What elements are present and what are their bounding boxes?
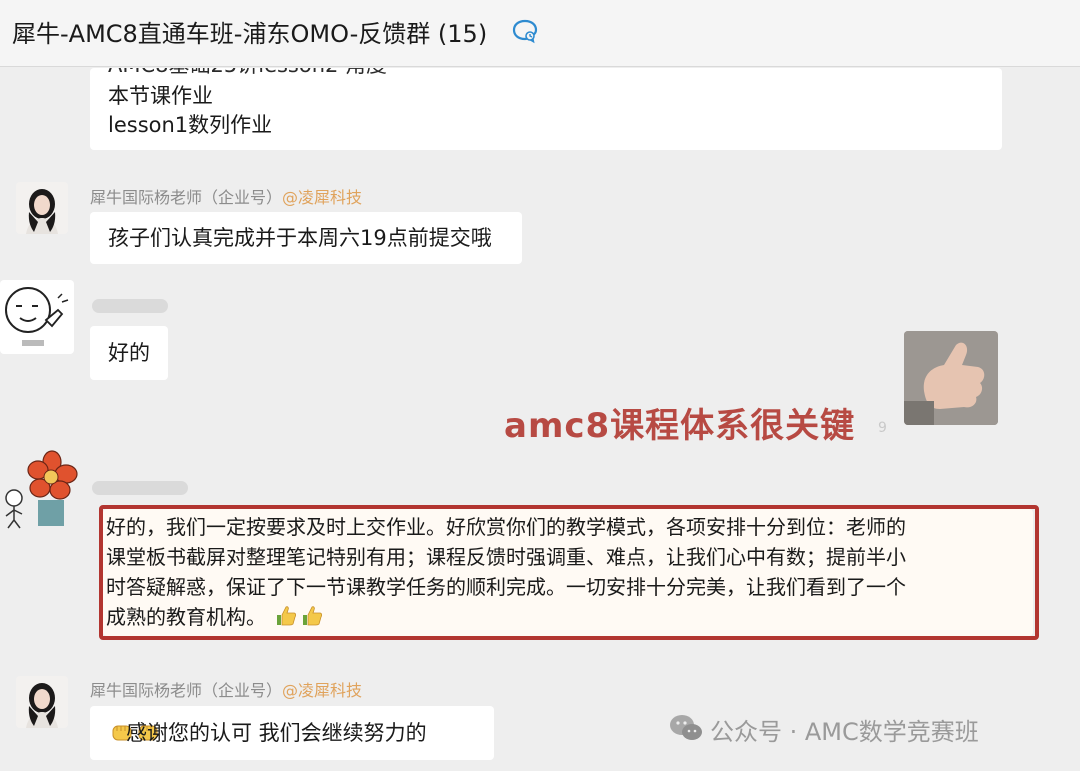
flower-sticker-avatar[interactable] [0,450,80,530]
message-line: 好的，我们一定按要求及时上交作业。好欣赏你们的教学模式，各项安排十分到位：老师的 [106,515,906,539]
wechat-icon [670,715,702,740]
sender-name: 犀牛国际杨老师（企业号）@凌犀科技 [90,188,363,207]
message-bubble[interactable]: 好的，我们一定按要求及时上交作业。好欣赏你们的教学模式，各项安排十分到位：老师的… [103,509,1033,636]
overlay-faded-text: 9 [878,420,887,436]
sticker-avatar[interactable] [0,280,74,354]
message-bubble[interactable]: AMC8基础25讲lesson2 角度 本节课作业 lesson1数列作业 [90,68,1002,150]
chat-title: 犀牛-AMC8直通车班-浦东OMO-反馈群 (15) [12,20,488,48]
message-text: 感谢您的认可 我们会继续努力的 [108,719,427,748]
blurred-sender-name [92,481,188,495]
watermark-text: 公众号 · AMC数学竞赛班 [710,718,979,746]
sender-tag: @凌犀科技 [282,188,363,207]
message-line: lesson1数列作业 [108,113,273,137]
message-line: 时答疑解惑，保证了下一节课教学任务的顺利完成。一切安排十分完美，让我们看到了一个 [106,575,906,599]
thumbs-up-icon [303,606,323,626]
clipped-line: AMC8基础25讲lesson2 角度 [90,68,1002,76]
message-bubble[interactable]: 好的 [90,326,168,380]
thumbs-up-photo [904,331,998,425]
teacher-avatar[interactable] [16,182,68,234]
teacher-avatar[interactable] [16,676,68,728]
blurred-sender-name [92,299,168,313]
message-line: 本节课作业 [108,84,213,108]
message-text: 孩子们认真完成并于本周六19点前提交哦 [108,226,492,250]
message-bubble[interactable]: 孩子们认真完成并于本周六19点前提交哦 [90,212,522,264]
chat-bubble-icon[interactable] [510,16,540,46]
message-line: 成熟的教育机构。 [106,603,324,632]
message-text: 好的 [108,341,150,365]
overlay-caption: amc8课程体系很关键 [504,406,856,446]
thumbs-up-icon [277,606,297,626]
message-line: 课堂板书截屏对整理笔记特别有用；课程反馈时强调重、难点，让我们心中有数；提前半小 [106,545,906,569]
sender-tag: @凌犀科技 [282,681,363,700]
chat-title-bar: 犀牛-AMC8直通车班-浦东OMO-反馈群 (15) [0,0,1080,67]
sender-name: 犀牛国际杨老师（企业号）@凌犀科技 [90,681,363,700]
message-bubble[interactable]: 感谢您的认可 我们会继续努力的 [90,706,494,760]
